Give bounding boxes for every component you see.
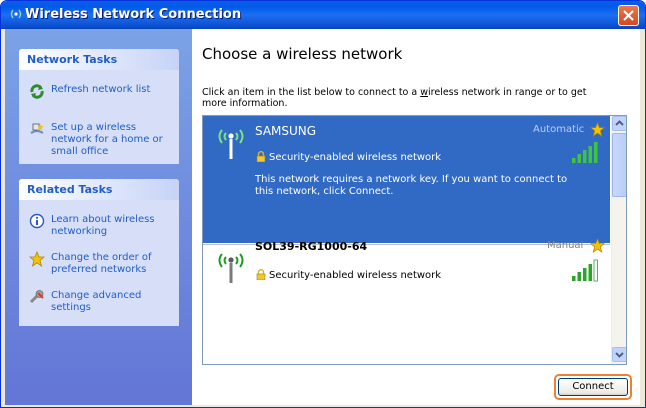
connect-button-highlight: Connect bbox=[554, 374, 632, 400]
task-pane: Network Tasks Refresh network list Set u… bbox=[5, 29, 192, 405]
antenna-icon bbox=[218, 253, 244, 283]
title-bar[interactable]: Wireless Network Connection bbox=[1, 1, 645, 29]
lock-icon bbox=[256, 151, 266, 162]
star-icon bbox=[29, 251, 45, 267]
network-name: SAMSUNG bbox=[255, 124, 317, 138]
setup-wireless-network-label: Set up a wireless network for a home or … bbox=[51, 122, 163, 157]
intro-text: Click an item in the list below to conne… bbox=[202, 87, 587, 109]
intro-access-key: w bbox=[420, 87, 429, 98]
main-panel: Choose a wireless network Click an item … bbox=[192, 29, 640, 405]
close-button[interactable] bbox=[618, 5, 639, 26]
close-icon bbox=[623, 10, 634, 21]
scroll-down-button[interactable] bbox=[612, 347, 626, 362]
network-name: SOL39-RG1000-64 bbox=[255, 240, 368, 253]
lock-icon bbox=[256, 269, 266, 280]
change-advanced-settings-label: Change advanced settings bbox=[51, 290, 142, 313]
chevron-up-icon bbox=[615, 120, 624, 126]
refresh-icon bbox=[30, 84, 44, 99]
wireless-network-list[interactable]: SAMSUNG Automatic Security-enabled wirel… bbox=[202, 115, 627, 365]
wireless-network-connection-window: Wireless Network Connection Network Task… bbox=[0, 0, 646, 408]
setup-wizard-icon bbox=[30, 123, 44, 134]
antenna-icon bbox=[218, 129, 244, 159]
network-tasks-header: Network Tasks bbox=[19, 49, 179, 70]
network-tasks-panel: Network Tasks Refresh network list Set u… bbox=[19, 49, 179, 164]
preferred-star-icon bbox=[590, 122, 605, 137]
preferred-star-icon bbox=[590, 238, 605, 253]
info-icon bbox=[29, 213, 45, 229]
security-label: Security-enabled wireless network bbox=[269, 270, 442, 281]
learn-about-wireless-label: Learn about wireless networking bbox=[51, 214, 155, 237]
network-mode: Automatic bbox=[533, 124, 585, 135]
connect-button[interactable]: Connect bbox=[558, 378, 628, 396]
wireless-icon bbox=[10, 9, 22, 19]
page-title: Choose a wireless network bbox=[202, 45, 403, 63]
related-tasks-panel: Related Tasks Learn about wireless netwo… bbox=[19, 179, 179, 326]
security-label: Security-enabled wireless network bbox=[269, 152, 442, 163]
network-mode: Manual bbox=[547, 240, 584, 251]
settings-icon bbox=[29, 290, 44, 304]
signal-strength-icon bbox=[572, 142, 598, 163]
network-item-sol39[interactable]: SOL39-RG1000-64 Manual Security-enabled … bbox=[203, 238, 610, 301]
chevron-down-icon bbox=[615, 352, 624, 358]
related-tasks-header: Related Tasks bbox=[19, 179, 179, 200]
refresh-network-list-label: Refresh network list bbox=[51, 84, 151, 95]
window-title: Wireless Network Connection bbox=[25, 7, 242, 22]
list-scrollbar[interactable] bbox=[611, 116, 626, 364]
change-order-preferred-label: Change the order of preferred networks bbox=[51, 252, 152, 275]
scroll-up-button[interactable] bbox=[612, 116, 626, 131]
signal-strength-icon bbox=[572, 259, 598, 282]
scroll-thumb[interactable] bbox=[612, 133, 626, 197]
network-item-samsung[interactable]: SAMSUNG Automatic Security-enabled wirel… bbox=[203, 116, 610, 243]
network-description: This network requires a network key. If … bbox=[255, 174, 568, 197]
